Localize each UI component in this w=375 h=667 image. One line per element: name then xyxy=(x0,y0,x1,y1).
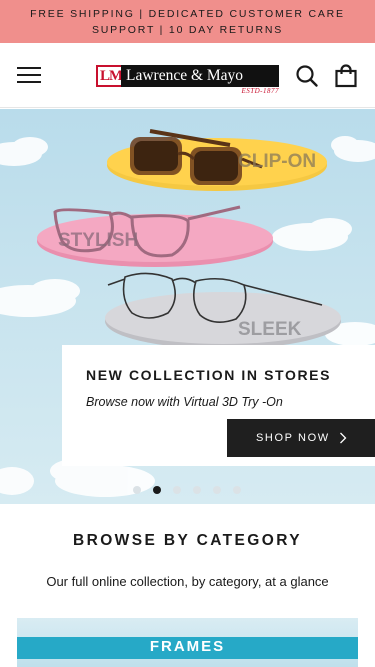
logo-estd: ESTD-1877 xyxy=(241,87,279,95)
svg-text:CLIP-ON: CLIP-ON xyxy=(238,151,316,172)
chevron-right-icon xyxy=(339,432,347,444)
svg-text:SLEEK: SLEEK xyxy=(238,319,302,340)
announcement-bar: FREE SHIPPING | DEDICATED CUSTOMER CARE … xyxy=(0,0,375,43)
brand-logo[interactable]: LM Lawrence & Mayo ESTD-1877 xyxy=(96,65,280,95)
hero-subtitle: Browse now with Virtual 3D Try -On xyxy=(86,395,283,409)
carousel-dot-4[interactable] xyxy=(193,486,201,494)
category-label: FRAMES xyxy=(149,638,226,655)
hero-title: NEW COLLECTION IN STORES xyxy=(86,367,332,383)
carousel-dot-1[interactable] xyxy=(133,486,141,494)
shop-now-label: SHOP NOW xyxy=(256,432,330,444)
hamburger-menu-icon[interactable] xyxy=(17,67,41,84)
carousel-dot-6[interactable] xyxy=(233,486,241,494)
hero-banner[interactable]: CLIP-ON STYLISH SLEEK NEW COLLECTION IN … xyxy=(0,109,375,504)
carousel-dot-3[interactable] xyxy=(173,486,181,494)
category-card-frames[interactable]: FRAMES xyxy=(17,618,358,667)
logo-wordmark: Lawrence & Mayo xyxy=(121,65,279,87)
svg-text:STYLISH: STYLISH xyxy=(58,230,138,251)
announcement-text: FREE SHIPPING | DEDICATED CUSTOMER CARE … xyxy=(30,7,345,36)
shopping-bag-icon[interactable] xyxy=(334,64,358,88)
logo-monogram: LM xyxy=(96,65,123,87)
search-icon[interactable] xyxy=(295,64,319,88)
shop-now-button[interactable]: SHOP NOW xyxy=(227,419,375,457)
browse-section-title: BROWSE BY CATEGORY xyxy=(73,532,302,549)
hero-caption-card: NEW COLLECTION IN STORES Browse now with… xyxy=(62,345,375,466)
browse-section-subtitle: Our full online collection, by category,… xyxy=(46,574,329,589)
site-header: LM Lawrence & Mayo ESTD-1877 xyxy=(0,43,375,108)
carousel-pagination xyxy=(133,486,241,494)
carousel-dot-2[interactable] xyxy=(153,486,161,494)
carousel-dot-5[interactable] xyxy=(213,486,221,494)
